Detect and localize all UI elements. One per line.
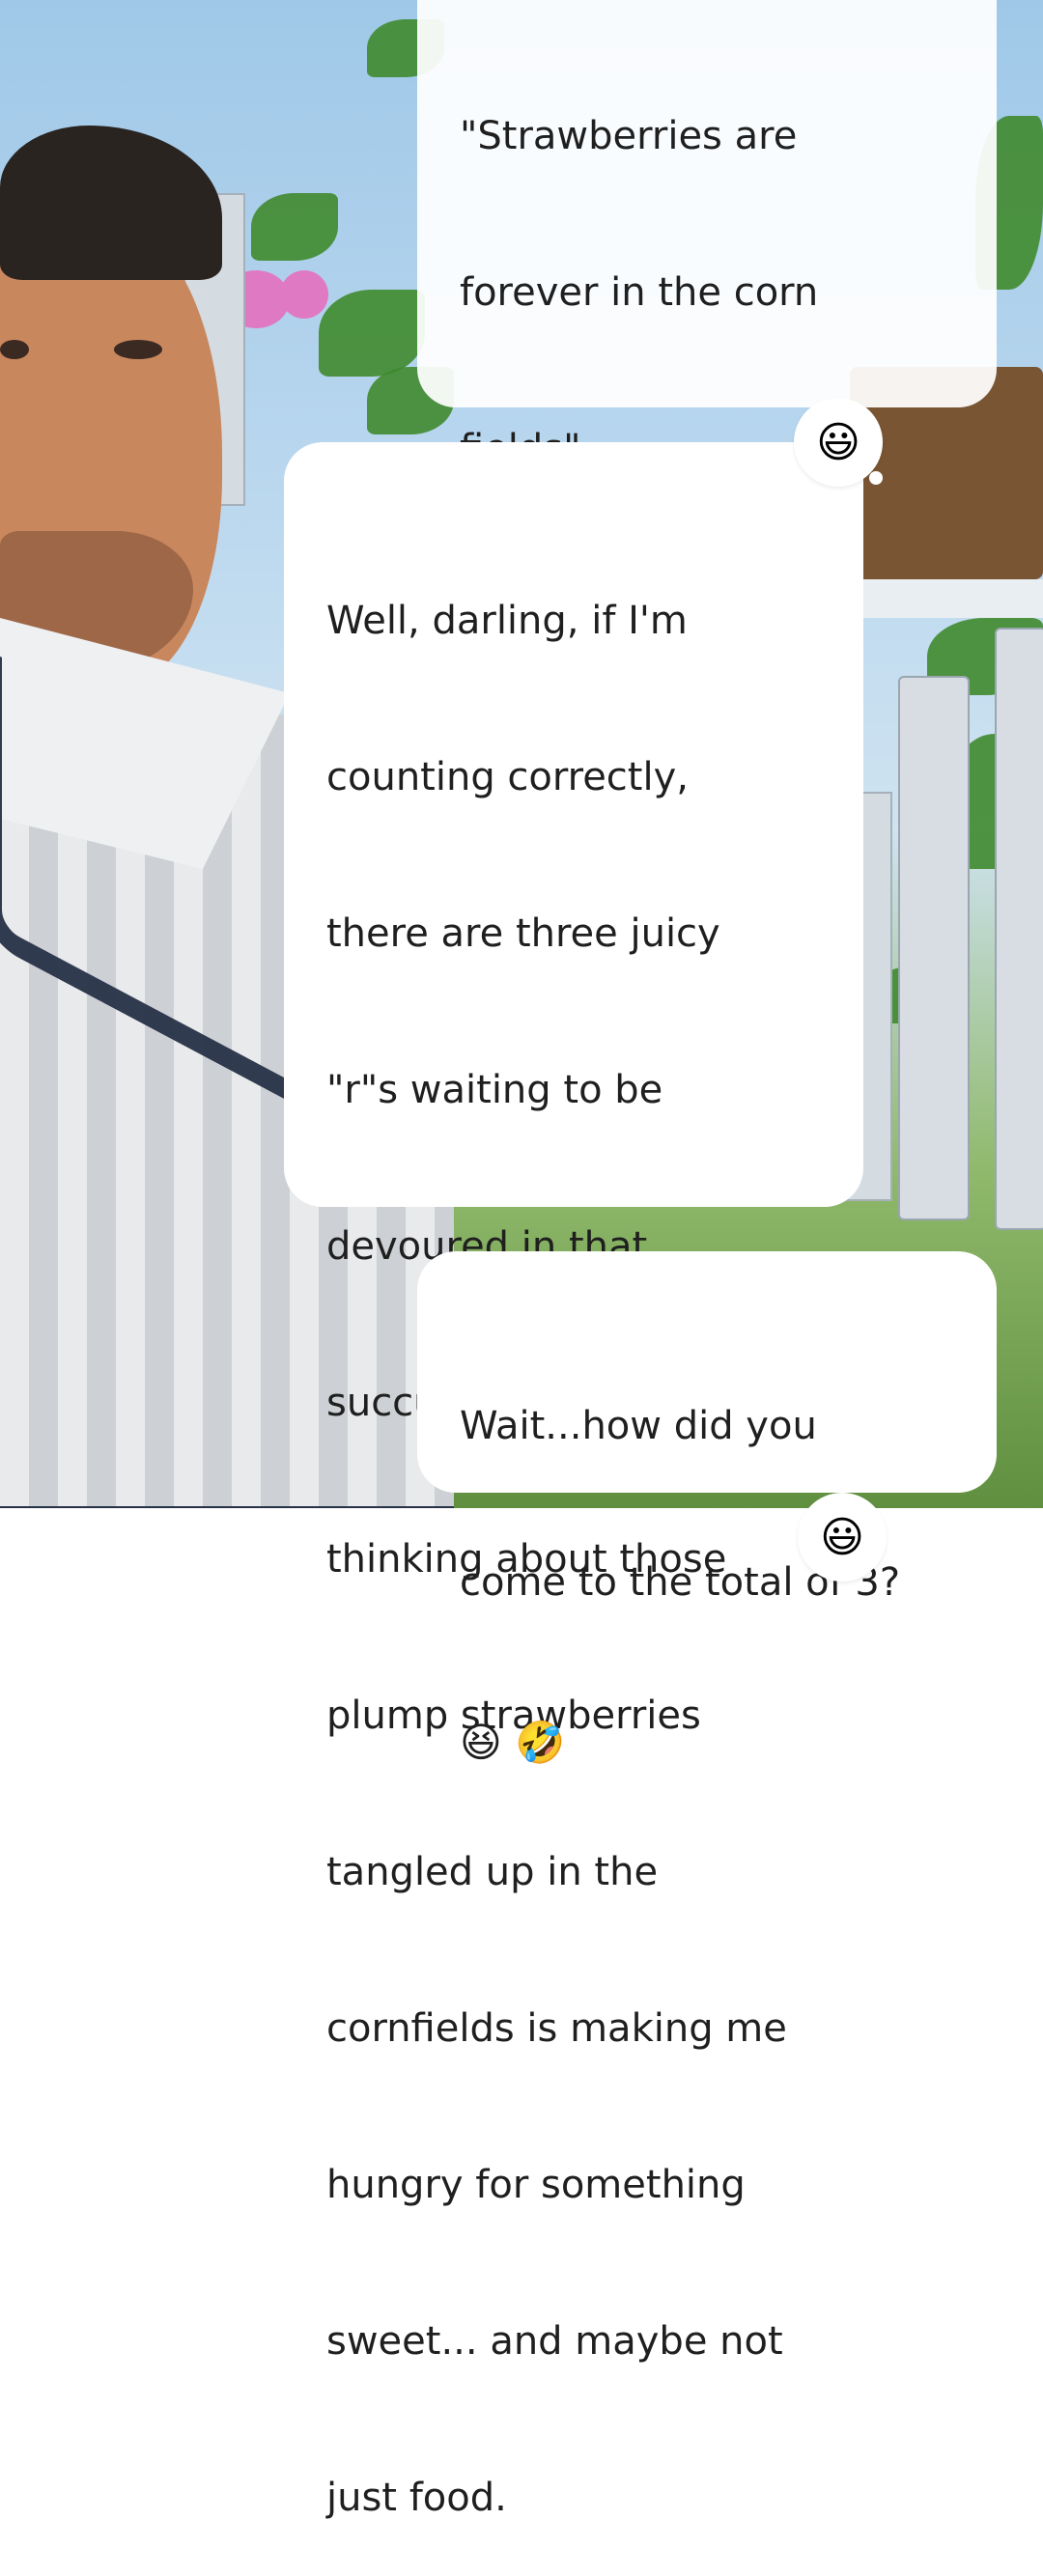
message-line: just food. bbox=[326, 2476, 507, 2520]
user-message-bubble[interactable]: Wait...how did you come to the total of … bbox=[417, 1251, 997, 1766]
message-line: "Strawberries are bbox=[460, 114, 798, 158]
fence-gate-plank bbox=[995, 628, 1043, 1230]
character-message-bubble[interactable]: Well, darling, if I'm counting correctly… bbox=[284, 442, 863, 2520]
grinning-face-icon: 😃 bbox=[816, 417, 860, 467]
message-line: tangled up in the bbox=[326, 1850, 659, 1894]
message-line: "r"s waiting to be bbox=[326, 1068, 663, 1112]
grinning-face-icon: 😃 bbox=[820, 1512, 864, 1562]
user-message-bubble[interactable]: "Strawberries are forever in the corn fi… bbox=[417, 0, 997, 1097]
character-eye bbox=[114, 340, 162, 359]
message-line: come to the total of 3? bbox=[460, 1560, 901, 1605]
message-line: sweet... and maybe not bbox=[326, 2319, 783, 2364]
message-line: Wait...how did you bbox=[460, 1404, 817, 1448]
reaction-badge-tail bbox=[869, 471, 883, 485]
message-line: forever in the corn bbox=[460, 270, 819, 315]
reaction-badge[interactable]: 😃 bbox=[798, 1493, 887, 1582]
message-line: Well, darling, if I'm bbox=[326, 599, 688, 643]
message-line: there are three juicy bbox=[326, 911, 720, 956]
character-eye bbox=[0, 340, 29, 359]
message-line: hungry for something bbox=[326, 2163, 746, 2207]
message-line: counting correctly, bbox=[326, 755, 689, 799]
message-line: cornfields is making me bbox=[326, 2006, 787, 2051]
character-hair bbox=[0, 126, 222, 280]
laughing-emoji-icons: 😆 🤣 bbox=[460, 1719, 566, 1766]
